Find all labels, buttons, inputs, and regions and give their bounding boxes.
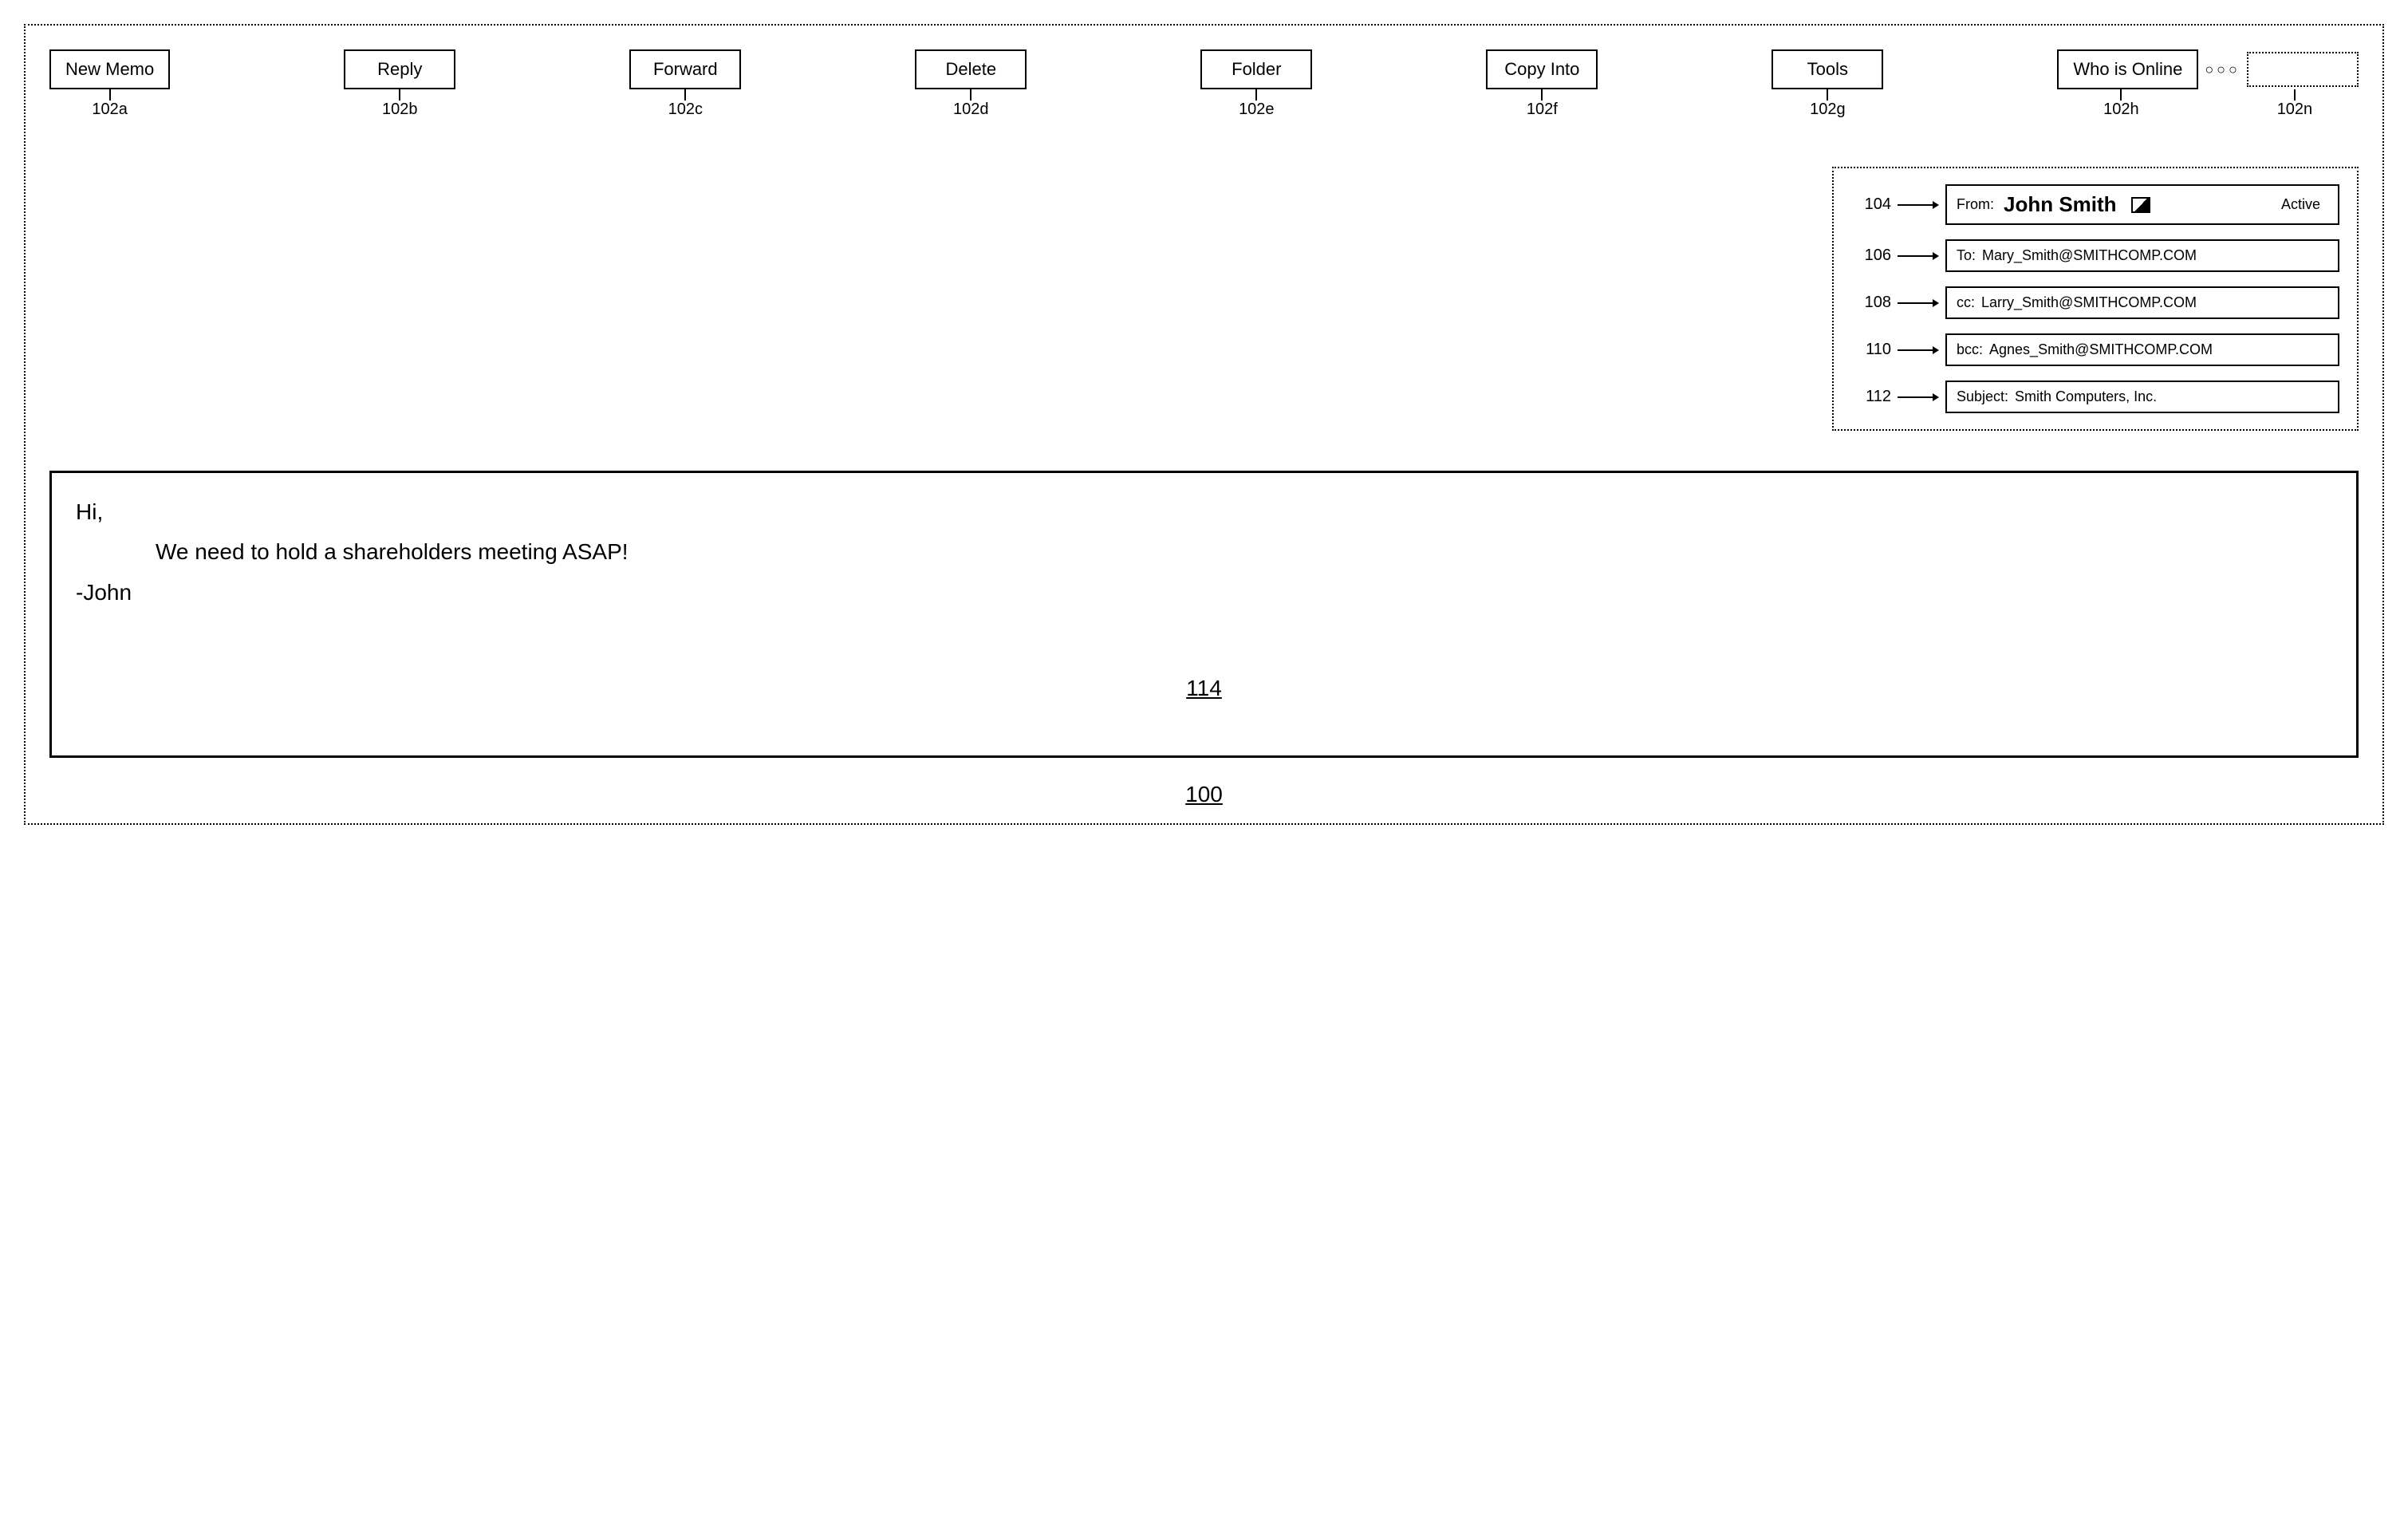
ref-102a: 102a (92, 101, 128, 119)
ref-102f: 102f (1527, 101, 1558, 119)
bcc-row: 110 bcc: Agnes_Smith@SMITHCOMP.COM (1851, 333, 2339, 366)
arrow-icon (1898, 392, 1939, 403)
tools-button[interactable]: Tools (1772, 49, 1883, 89)
forward-button[interactable]: Forward (629, 49, 741, 89)
email-body[interactable]: Hi, We need to hold a shareholders meeti… (49, 471, 2359, 758)
ref-102c: 102c (668, 101, 703, 119)
body-signoff: -John (76, 573, 2332, 613)
cc-value: Larry_Smith@SMITHCOMP.COM (1981, 294, 2197, 311)
bcc-value: Agnes_Smith@SMITHCOMP.COM (1989, 341, 2213, 358)
arrow-icon (1898, 298, 1939, 309)
ref-102n: 102n (2277, 101, 2313, 119)
arrow-icon (1898, 199, 1939, 211)
ref-102g: 102g (1810, 101, 1846, 119)
cc-label: cc: (1957, 294, 1975, 311)
placeholder-button[interactable] (2247, 52, 2359, 87)
to-label: To: (1957, 247, 1976, 264)
ref-102d: 102d (953, 101, 989, 119)
cc-row: 108 cc: Larry_Smith@SMITHCOMP.COM (1851, 286, 2339, 319)
reply-button[interactable]: Reply (344, 49, 455, 89)
ref-114: 114 (76, 668, 2332, 708)
arrow-icon (1898, 345, 1939, 356)
copy-into-button[interactable]: Copy Into (1486, 49, 1598, 89)
bcc-field[interactable]: bcc: Agnes_Smith@SMITHCOMP.COM (1945, 333, 2339, 366)
to-row: 106 To: Mary_Smith@SMITHCOMP.COM (1851, 239, 2339, 272)
ref-102b: 102b (382, 101, 418, 119)
presence-status: Active (2281, 196, 2328, 213)
who-is-online-button[interactable]: Who is Online (2057, 49, 2198, 89)
presence-icon (2131, 197, 2150, 213)
cc-field[interactable]: cc: Larry_Smith@SMITHCOMP.COM (1945, 286, 2339, 319)
from-label: From: (1957, 196, 1994, 213)
ref-102h: 102h (2103, 101, 2139, 119)
ref-106: 106 (1851, 246, 1891, 265)
ref-104: 104 (1851, 195, 1891, 214)
subject-row: 112 Subject: Smith Computers, Inc. (1851, 381, 2339, 413)
new-memo-button[interactable]: New Memo (49, 49, 170, 89)
toolbar: New Memo 102a Reply 102b Forward 102c De… (49, 49, 2359, 119)
bcc-label: bcc: (1957, 341, 1983, 358)
subject-label: Subject: (1957, 388, 2008, 405)
arrow-icon (1898, 250, 1939, 262)
subject-value: Smith Computers, Inc. (2015, 388, 2157, 405)
ref-108: 108 (1851, 294, 1891, 312)
toolbar-ellipsis: ○○○ (2201, 61, 2244, 78)
body-line: We need to hold a shareholders meeting A… (156, 532, 2332, 572)
from-name: John Smith (2004, 192, 2117, 217)
to-value: Mary_Smith@SMITHCOMP.COM (1982, 247, 2197, 264)
ref-100: 100 (49, 782, 2359, 807)
from-field[interactable]: From: John Smith Active (1945, 184, 2339, 225)
ref-102e: 102e (1239, 101, 1275, 119)
folder-button[interactable]: Folder (1200, 49, 1312, 89)
ref-112: 112 (1851, 388, 1891, 406)
body-greeting: Hi, (76, 492, 2332, 532)
ref-110: 110 (1851, 341, 1891, 359)
to-field[interactable]: To: Mary_Smith@SMITHCOMP.COM (1945, 239, 2339, 272)
from-row: 104 From: John Smith Active (1851, 184, 2339, 225)
email-header-panel: 104 From: John Smith Active 106 To: Mary… (1832, 167, 2359, 431)
subject-field[interactable]: Subject: Smith Computers, Inc. (1945, 381, 2339, 413)
delete-button[interactable]: Delete (915, 49, 1027, 89)
gui-frame: New Memo 102a Reply 102b Forward 102c De… (24, 24, 2384, 825)
